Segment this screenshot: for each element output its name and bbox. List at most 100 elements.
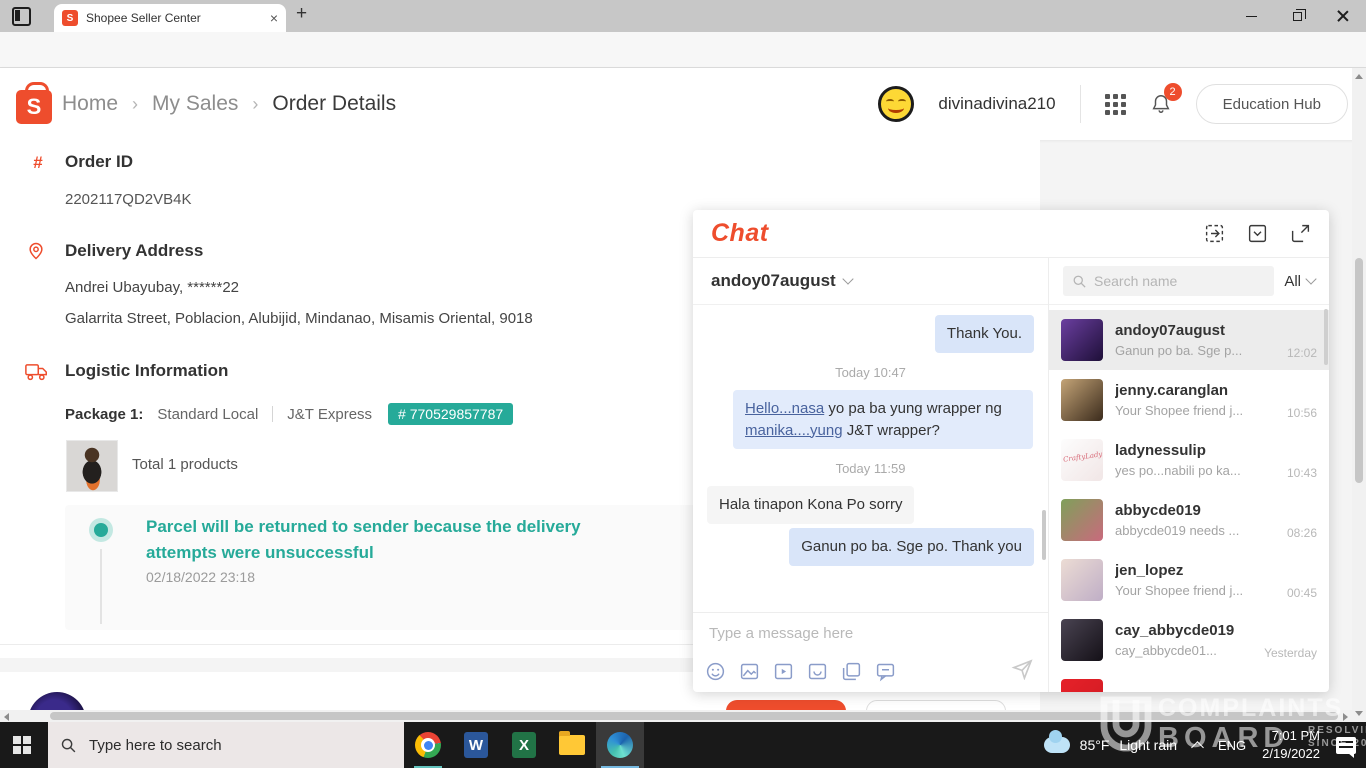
contact-item[interactable]: jenny.caranglanYour Shopee friend j...10… (1049, 370, 1329, 430)
shipping-option: Standard Local (157, 406, 258, 423)
status-text-line2: attempts were unsuccessful (146, 543, 374, 563)
show-hidden-icons[interactable] (1191, 741, 1204, 754)
scroll-down-icon[interactable] (1355, 711, 1363, 716)
video-icon[interactable] (773, 661, 794, 682)
window-close-button[interactable] (1320, 0, 1366, 32)
message-text: J&T wrapper? (843, 422, 940, 439)
contacts-pane: Search name All andoy07augustGanun po ba… (1048, 258, 1329, 692)
start-button[interactable] (13, 736, 31, 754)
notifications-button[interactable]: 2 (1150, 92, 1172, 116)
shopee-favicon-icon: S (62, 10, 78, 26)
contact-name: cay_abbycde019 (1115, 622, 1252, 639)
delivery-address-label: Delivery Address (65, 241, 203, 261)
vertical-scrollbar[interactable] (1352, 68, 1366, 722)
taskbar-search[interactable]: Type here to search (48, 722, 404, 768)
order-card-icon[interactable] (841, 661, 862, 682)
tab-layout-icon[interactable] (12, 7, 31, 26)
shopee-logo-icon[interactable]: S (16, 82, 52, 124)
contact-time: 10:43 (1287, 466, 1317, 480)
tracking-number-badge[interactable]: # 770529857787 (388, 403, 513, 425)
emoji-icon[interactable] (705, 661, 726, 682)
minimize-chat-icon[interactable] (1247, 223, 1268, 244)
action-center-icon[interactable] (1336, 737, 1356, 754)
contact-avatar (1061, 379, 1103, 421)
expand-chat-icon[interactable] (1290, 223, 1311, 244)
contact-item[interactable]: cay_abbycde019cay_abbycde01...Yesterday (1049, 610, 1329, 670)
quick-reply-icon[interactable] (875, 661, 896, 682)
status-dot-icon (94, 523, 108, 537)
contact-item[interactable]: CraftyLadyladynessulipyes po...nabili po… (1049, 430, 1329, 490)
chevron-right-icon: › (252, 94, 258, 115)
breadcrumb-my-sales[interactable]: My Sales (152, 92, 238, 116)
new-tab-button[interactable]: + (296, 3, 307, 25)
education-hub-button[interactable]: Education Hub (1196, 84, 1348, 124)
taskbar-clock[interactable]: 7:01 PM 2/19/2022 (1262, 727, 1320, 763)
chrome-taskbar-icon[interactable] (404, 722, 452, 768)
browser-tab[interactable]: S Shopee Seller Center × (54, 4, 286, 32)
chevron-down-icon (1305, 273, 1316, 284)
breadcrumb: Home › My Sales › Order Details (62, 68, 396, 140)
conversation-pane: andoy07august Thank You.Today 10:47Hello… (693, 258, 1048, 692)
order-id-icon: # (28, 153, 48, 173)
package-row: Package 1: Standard Local J&T Express # … (65, 403, 513, 425)
send-icon[interactable] (1011, 657, 1034, 680)
notification-badge: 2 (1164, 83, 1182, 101)
contact-filter-dropdown[interactable]: All (1284, 273, 1315, 290)
contact-search-placeholder: Search name (1094, 273, 1177, 289)
scroll-left-icon[interactable] (4, 713, 9, 721)
taskbar: Type here to search W X 85°F Light rain … (0, 722, 1366, 768)
apps-grid-icon[interactable] (1105, 94, 1126, 115)
contact-item[interactable]: jen_lopezYour Shopee friend j...00:45 (1049, 550, 1329, 610)
products-total[interactable]: Total 1 products (132, 456, 238, 473)
vertical-scroll-thumb[interactable] (1355, 258, 1363, 483)
message-link[interactable]: Hello...nasa (745, 400, 824, 417)
scroll-up-icon[interactable] (1355, 74, 1363, 79)
user-avatar[interactable] (878, 86, 914, 122)
image-icon[interactable] (739, 661, 760, 682)
word-taskbar-icon[interactable]: W (452, 722, 500, 768)
received-message-bubble: Hala tinapon Kona Po sorry (707, 486, 914, 524)
chat-input-area: Type a message here (693, 612, 1048, 692)
chat-logo: Chat (711, 219, 769, 248)
language-indicator[interactable]: ENG (1218, 738, 1246, 753)
clock-date: 2/19/2022 (1262, 745, 1320, 763)
conversation-name[interactable]: andoy07august (711, 271, 836, 291)
window-restore-button[interactable] (1274, 0, 1320, 32)
contact-search-input[interactable]: Search name (1063, 266, 1274, 296)
message-day-divider: Today 11:59 (707, 461, 1034, 476)
pop-out-chat-icon[interactable] (1204, 223, 1225, 244)
message-link[interactable]: manika....yung (745, 422, 843, 439)
weather-widget[interactable]: 85°F Light rain (1044, 737, 1177, 753)
product-thumbnail[interactable] (66, 440, 118, 492)
username[interactable]: divinadivina210 (938, 94, 1055, 114)
chevron-down-icon[interactable] (842, 273, 853, 284)
message-scrollbar[interactable] (1042, 510, 1046, 560)
status-timestamp: 02/18/2022 23:18 (146, 569, 255, 585)
tab-close-icon[interactable]: × (270, 10, 278, 26)
contact-preview: cay_abbycde01... (1115, 643, 1247, 658)
contact-item[interactable]: abbycde019abbycde019 needs ...08:26 (1049, 490, 1329, 550)
edge-taskbar-icon[interactable] (596, 722, 644, 768)
truck-icon (25, 362, 48, 382)
contact-avatar (1061, 619, 1103, 661)
message-day-divider: Today 10:47 (707, 365, 1034, 380)
search-icon (60, 737, 77, 754)
contact-time: 08:26 (1287, 526, 1317, 540)
contact-item[interactable]: nationalbookstor (1049, 670, 1329, 692)
breadcrumb-home[interactable]: Home (62, 92, 118, 116)
horizontal-scroll-thumb[interactable] (50, 712, 1338, 720)
tab-title: Shopee Seller Center (86, 11, 262, 25)
window-minimize-button[interactable] (1228, 0, 1274, 32)
product-icon[interactable] (807, 661, 828, 682)
message-input[interactable]: Type a message here (709, 625, 853, 642)
contact-item[interactable]: andoy07augustGanun po ba. Sge p...12:02 (1049, 310, 1329, 370)
contact-preview: Your Shopee friend j... (1115, 583, 1247, 598)
status-text-line1: Parcel will be returned to sender becaus… (146, 517, 581, 537)
file-explorer-taskbar-icon[interactable] (548, 722, 596, 768)
contact-preview: abbycde019 needs ... (1115, 523, 1247, 538)
horizontal-scrollbar[interactable] (0, 710, 1352, 722)
excel-taskbar-icon[interactable]: X (500, 722, 548, 768)
scroll-right-icon[interactable] (1343, 713, 1348, 721)
contact-list-scrollbar[interactable] (1324, 309, 1328, 365)
recipient-name: Andrei Ubayubay, ******22 (65, 279, 239, 296)
